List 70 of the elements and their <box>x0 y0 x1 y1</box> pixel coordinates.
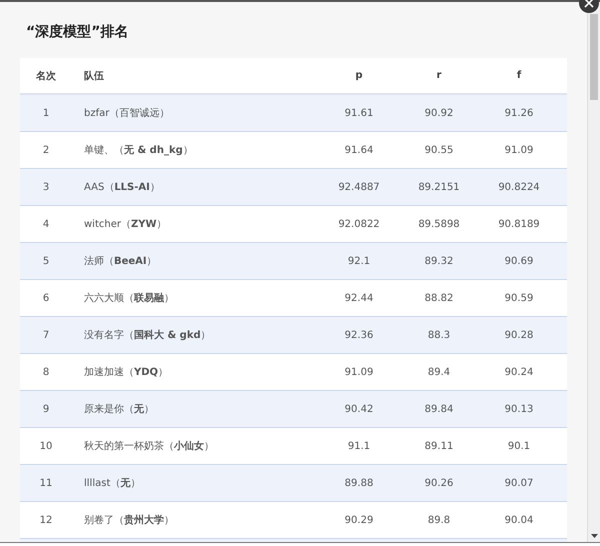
table-cell-text: 9 <box>42 404 50 414</box>
table-cell-text: 91.09 <box>344 366 374 378</box>
table-cell-text: 91.64 <box>344 144 374 156</box>
table-cell-text: 89.2151 <box>417 182 461 192</box>
table-cell-text: 90.42 <box>344 404 374 414</box>
column-header: r <box>436 70 442 81</box>
table-cell-text: llllast（无） <box>83 477 142 490</box>
table-cell-text: 6 <box>42 292 50 304</box>
table-cell-text: 90.55 <box>424 144 454 156</box>
table-cell-text: 90.26 <box>424 478 454 488</box>
table-cell-text: 1 <box>42 108 50 118</box>
close-icon[interactable] <box>578 0 600 14</box>
table-cell-text: 89.88 <box>344 478 374 488</box>
table-cell-text: 89.84 <box>424 404 454 414</box>
table-cell-text: 90.24 <box>504 366 534 378</box>
table-cell-text: 90.29 <box>344 514 374 526</box>
table-cell-text: 8 <box>42 366 50 378</box>
table-cell-text: 92.4887 <box>337 182 381 192</box>
table-cell-text: bzfar（百智诚远） <box>83 106 170 120</box>
column-header: f <box>516 70 522 81</box>
table-cell-text: 90.07 <box>504 478 534 488</box>
table-cell-text: 原来是你（无） <box>83 402 155 416</box>
table-cell-text: 别卷了（贵州大学） <box>83 514 175 527</box>
table-cell-text: 7 <box>42 330 50 340</box>
table-cell-text: 89.8 <box>426 514 452 526</box>
table-cell-text: 秋天的第一杯奶茶（小仙女） <box>83 440 215 453</box>
dialog-title: “深度模型”排名 <box>26 22 130 42</box>
table-cell-text: 90.92 <box>424 108 454 118</box>
table-cell-text: witcher（ZYW） <box>83 218 168 231</box>
table-cell-text: 90.8189 <box>497 218 541 230</box>
scrollbar[interactable] <box>587 2 600 542</box>
table-cell-text: 4 <box>42 218 50 230</box>
table-cell-text: 89.4 <box>426 366 452 378</box>
table-cell-text: 92.44 <box>344 292 374 304</box>
table-cell-text: 91.1 <box>346 440 372 452</box>
table-cell-text: 加速加速（YDQ） <box>83 366 170 379</box>
table-cell-text: 89.32 <box>424 256 454 266</box>
table-cell-text: 90.59 <box>504 292 534 304</box>
table-cell-text: 92.0822 <box>337 218 381 230</box>
table-cell-text: 88.3 <box>426 330 452 340</box>
table-cell-text: 90.28 <box>504 330 534 340</box>
column-header: 队伍 <box>83 70 105 82</box>
table-cell-text: 89.5898 <box>417 218 461 230</box>
table-cell-text: 11 <box>38 478 54 488</box>
table-cell-text: 90.8224 <box>497 182 541 192</box>
table-cell-text: 90.04 <box>504 514 534 526</box>
scrollbar-thumb[interactable] <box>590 14 598 100</box>
scroll-down-icon[interactable] <box>591 534 598 538</box>
column-header: 名次 <box>35 70 57 82</box>
table-cell-text: 90.13 <box>504 404 534 414</box>
table-cell-text: 2 <box>42 144 50 156</box>
table-cell-text: 92.1 <box>346 256 372 266</box>
table-cell-text: 法师（BeeAI） <box>83 254 158 268</box>
table-cell-text: AAS（LLS-AI） <box>83 181 161 194</box>
table-cell-text: 91.26 <box>504 108 534 118</box>
table-cell-text: 92.36 <box>344 330 374 340</box>
table-cell-text: 12 <box>38 514 54 526</box>
table-cell-text: 六六大顺（联易融） <box>83 292 175 305</box>
table-cell-text: 89.11 <box>424 440 454 452</box>
table-cell-text: 90.1 <box>506 440 532 452</box>
column-header: p <box>354 70 364 81</box>
table-cell-text: 91.09 <box>504 144 534 156</box>
table-cell-text: 10 <box>38 440 54 452</box>
table-cell-text: 3 <box>42 182 50 192</box>
table-cell-text: 91.61 <box>344 108 374 118</box>
table-cell-text: 90.69 <box>504 256 534 266</box>
table-cell-text: 单键、（无 & dh_kg） <box>83 144 194 157</box>
table-cell-text: 5 <box>42 256 50 266</box>
table-cell-text: 88.82 <box>424 292 454 304</box>
table-cell-text: 没有名字（国科大 & gkd） <box>83 328 212 342</box>
